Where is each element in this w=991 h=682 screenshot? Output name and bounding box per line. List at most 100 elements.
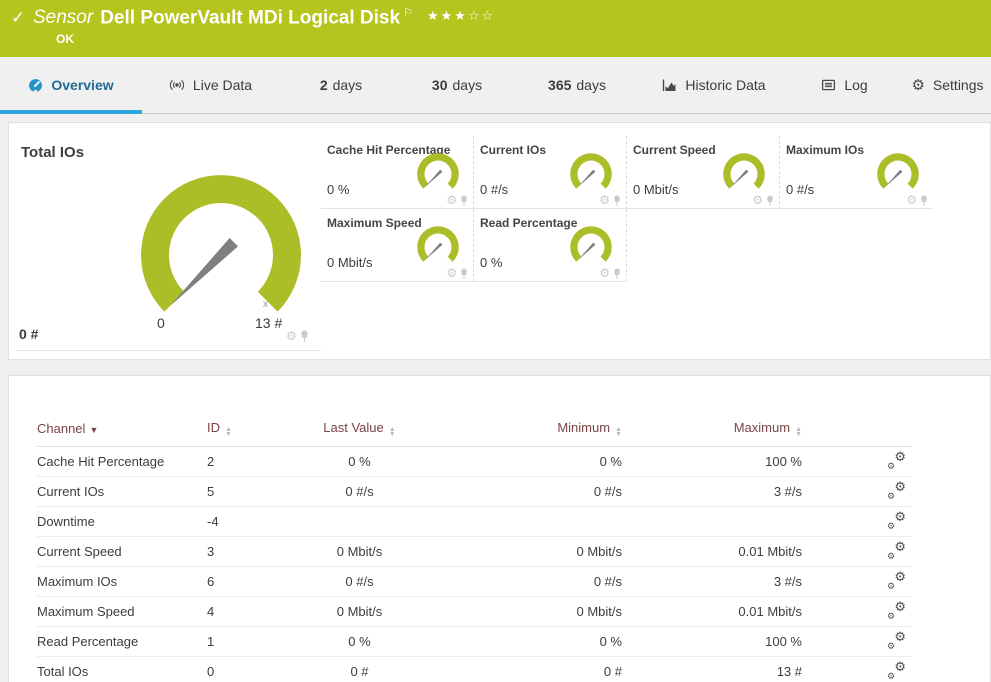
gauge-current-speed[interactable]: Current Speed 0 Mbit/s ⚙ [627, 136, 780, 209]
gauge-settings-gear-icon[interactable]: ⚙ [752, 194, 763, 206]
mini-gauge-dial [412, 220, 464, 272]
gauge-title: Maximum Speed [327, 216, 422, 230]
channel-minimum: 0 Mbit/s [407, 537, 622, 567]
channel-last-value: 0 Mbit/s [312, 597, 407, 627]
column-header-last-value[interactable]: Last Value▲▼ [312, 414, 407, 447]
gauge-max-label: 13 # [255, 315, 282, 331]
table-row[interactable]: Read Percentage 1 0 % 0 % 100 % ⚙⚙ [37, 627, 912, 657]
channel-id: 6 [207, 567, 312, 597]
gauge-settings-gear-icon[interactable]: ⚙ [446, 194, 457, 206]
gauge-total-ios[interactable]: Total IOs x 0 13 # 0 # ⚙ [9, 123, 321, 359]
gauge-pin-icon[interactable] [920, 195, 928, 206]
tab-number: 365 [548, 77, 571, 93]
mini-gauges-grid: Cache Hit Percentage 0 % ⚙ Current IOs 0… [321, 123, 933, 359]
table-row[interactable]: Downtime -4 ⚙⚙ [37, 507, 912, 537]
gauge-min-label: 0 [157, 315, 165, 331]
object-kind-label: Sensor [33, 7, 93, 28]
tab-number: 30 [432, 77, 448, 93]
channel-settings-gears-icon[interactable]: ⚙⚙ [887, 602, 906, 619]
channel-id: 0 [207, 657, 312, 682]
gauge-pin-icon[interactable] [613, 195, 621, 206]
table-row[interactable]: Cache Hit Percentage 2 0 % 0 % 100 % ⚙⚙ [37, 447, 912, 477]
gauge-read-percentage[interactable]: Read Percentage 0 % ⚙ [474, 209, 627, 282]
table-row[interactable]: Total IOs 0 0 # 0 # 13 # ⚙⚙ [37, 657, 912, 682]
channel-maximum: 3 #/s [622, 477, 802, 507]
tab-label: days [576, 77, 606, 93]
mini-gauge-dial [565, 147, 617, 199]
sensor-status-text: OK [56, 32, 74, 46]
tab-label: Log [844, 77, 867, 93]
channel-name: Current Speed [37, 537, 207, 567]
channel-settings-gears-icon[interactable]: ⚙⚙ [887, 662, 906, 679]
channel-minimum: 0 % [407, 627, 622, 657]
tab-settings[interactable]: ⚙ Settings [904, 57, 991, 113]
tab-historic-data[interactable]: Historic Data [643, 57, 785, 113]
gauge-title: Current Speed [633, 143, 716, 157]
tab-30-days[interactable]: 30 days [403, 57, 511, 113]
tab-label: Overview [51, 77, 113, 93]
tab-number: 2 [320, 77, 328, 93]
tab-365-days[interactable]: 365 days [511, 57, 643, 113]
channel-settings-gears-icon[interactable]: ⚙⚙ [887, 482, 906, 499]
channel-settings-gears-icon[interactable]: ⚙⚙ [887, 542, 906, 559]
channel-last-value [312, 507, 407, 537]
channel-maximum: 3 #/s [622, 567, 802, 597]
gauge-pin-icon[interactable] [300, 330, 309, 342]
channel-settings-gears-icon[interactable]: ⚙⚙ [887, 632, 906, 649]
column-header-maximum[interactable]: Maximum▲▼ [622, 414, 802, 447]
channel-name: Cache Hit Percentage [37, 447, 207, 477]
channel-maximum: 100 % [622, 627, 802, 657]
tab-log[interactable]: Log [785, 57, 904, 113]
gauge-value: 0 Mbit/s [633, 182, 679, 197]
mini-gauge-dial [565, 220, 617, 272]
priority-stars[interactable]: ★★★☆☆ [427, 8, 495, 23]
tab-label: Live Data [193, 77, 252, 93]
tab-overview[interactable]: Overview [0, 57, 142, 113]
tab-bar: Overview Live Data 2 days 30 days 365 da… [0, 57, 991, 114]
gauges-panel: Total IOs x 0 13 # 0 # ⚙ Cache Hit Perce… [8, 122, 991, 360]
column-header-channel[interactable]: Channel▼ [37, 414, 207, 447]
channel-name: Read Percentage [37, 627, 207, 657]
gauge-maximum-speed[interactable]: Maximum Speed 0 Mbit/s ⚙ [321, 209, 474, 282]
channel-minimum: 0 #/s [407, 567, 622, 597]
gauge-settings-gear-icon[interactable]: ⚙ [906, 194, 917, 206]
tab-live-data[interactable]: Live Data [142, 57, 279, 113]
gauge-settings-gear-icon[interactable]: ⚙ [599, 267, 610, 279]
gauge-current-ios[interactable]: Current IOs 0 #/s ⚙ [474, 136, 627, 209]
channel-last-value: 0 % [312, 447, 407, 477]
channel-settings-gears-icon[interactable]: ⚙⚙ [887, 452, 906, 469]
channel-table-panel: Channel▼ ID▲▼ Last Value▲▼ Minimum▲▼ Max… [8, 375, 991, 682]
gauge-pin-icon[interactable] [460, 268, 468, 279]
channel-id: 5 [207, 477, 312, 507]
sort-icon: ▲▼ [389, 427, 396, 437]
gauge-settings-gear-icon[interactable]: ⚙ [599, 194, 610, 206]
channel-name: Total IOs [37, 657, 207, 682]
gauge-value: 0 #/s [480, 182, 508, 197]
tab-label: Historic Data [685, 77, 765, 93]
table-row[interactable]: Current Speed 3 0 Mbit/s 0 Mbit/s 0.01 M… [37, 537, 912, 567]
channel-settings-gears-icon[interactable]: ⚙⚙ [887, 512, 906, 529]
column-header-minimum[interactable]: Minimum▲▼ [407, 414, 622, 447]
gauge-cache-hit-percentage[interactable]: Cache Hit Percentage 0 % ⚙ [321, 136, 474, 209]
gauge-maximum-ios[interactable]: Maximum IOs 0 #/s ⚙ [780, 136, 933, 209]
sort-icon: ▲▼ [795, 427, 802, 437]
channel-minimum [407, 507, 622, 537]
gauge-pin-icon[interactable] [460, 195, 468, 206]
column-header-id[interactable]: ID▲▼ [207, 414, 312, 447]
gauge-settings-gear-icon[interactable]: ⚙ [286, 330, 297, 342]
tab-2-days[interactable]: 2 days [279, 57, 403, 113]
gauge-pin-icon[interactable] [613, 268, 621, 279]
channel-minimum: 0 #/s [407, 477, 622, 507]
channel-settings-gears-icon[interactable]: ⚙⚙ [887, 572, 906, 589]
priority-flag-icon[interactable]: ⚐ [403, 7, 413, 19]
channel-maximum: 0.01 Mbit/s [622, 597, 802, 627]
gauge-pin-icon[interactable] [766, 195, 774, 206]
channel-maximum: 13 # [622, 657, 802, 682]
table-row[interactable]: Current IOs 5 0 #/s 0 #/s 3 #/s ⚙⚙ [37, 477, 912, 507]
gauge-settings-gear-icon[interactable]: ⚙ [446, 267, 457, 279]
column-header-actions [802, 414, 912, 447]
total-ios-gauge-dial [121, 151, 321, 351]
table-row[interactable]: Maximum Speed 4 0 Mbit/s 0 Mbit/s 0.01 M… [37, 597, 912, 627]
table-row[interactable]: Maximum IOs 6 0 #/s 0 #/s 3 #/s ⚙⚙ [37, 567, 912, 597]
channel-name: Maximum IOs [37, 567, 207, 597]
